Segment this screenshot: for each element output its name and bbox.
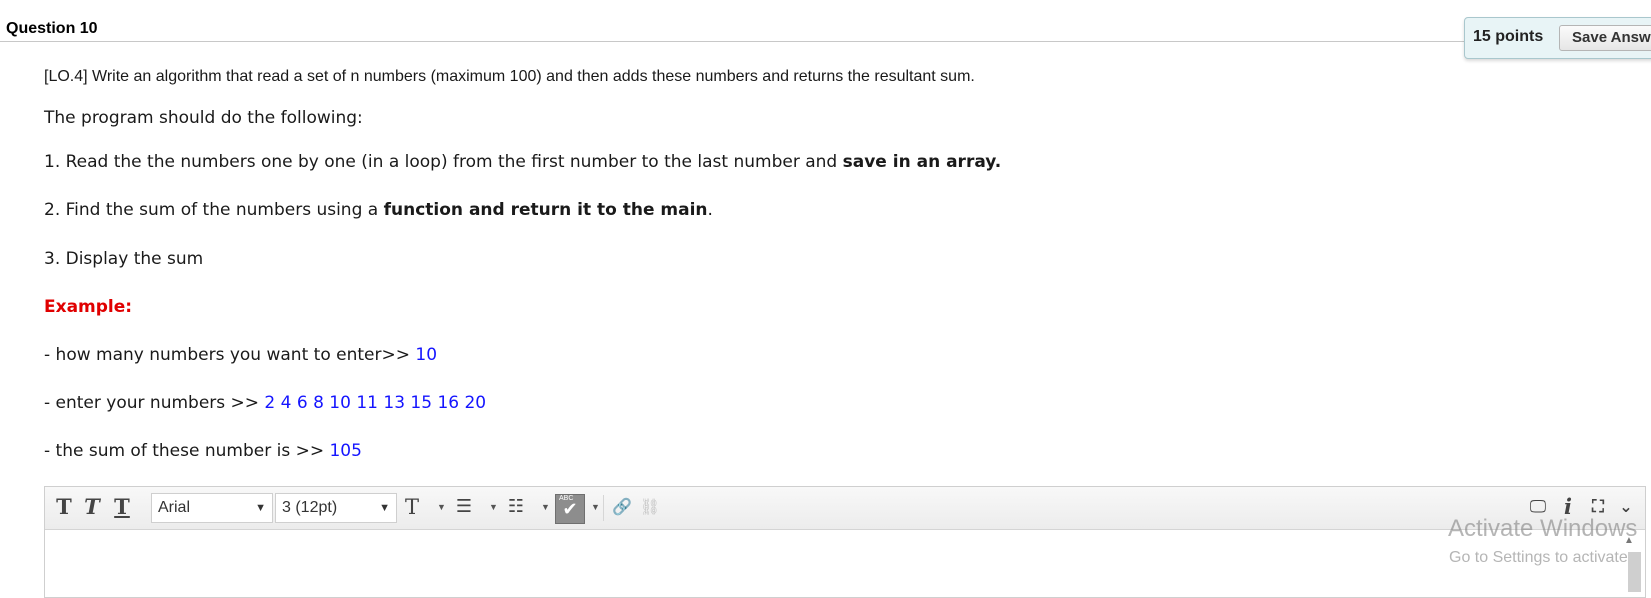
underline-T-icon[interactable]: T (109, 494, 135, 520)
chevron-down-icon: ▼ (255, 502, 266, 514)
chevron-down-icon[interactable]: ▼ (489, 494, 498, 520)
step-2-text: 2. Find the sum of the numbers using a (44, 200, 384, 220)
italic-T-icon[interactable]: T (79, 494, 105, 520)
step-2: 2. Find the sum of the numbers using a f… (44, 200, 713, 220)
question-title: Question 10 (6, 20, 98, 37)
example-2-value: 2 4 6 8 10 11 13 15 16 20 (264, 393, 487, 413)
text-color-icon[interactable]: T (399, 494, 425, 520)
example-1-text: - how many numbers you want to enter>> (44, 345, 416, 365)
learning-outcome-text: [LO.4] Write an algorithm that read a se… (44, 68, 975, 85)
font-family-select[interactable]: Arial ▼ (151, 493, 273, 523)
font-size-value: 3 (12pt) (282, 499, 338, 516)
step-1-bold: save in an array. (842, 152, 1002, 172)
toolbar-divider (603, 495, 604, 521)
step-1-text: 1. Read the the numbers one by one (in a… (44, 152, 843, 172)
spellcheck-icon[interactable]: ABC ✔ (555, 494, 585, 524)
example-label: Example: (44, 297, 133, 317)
font-size-select[interactable]: 3 (12pt) ▼ (275, 493, 397, 523)
chevron-down-icon[interactable]: ▼ (437, 494, 446, 520)
step-2-bold: function and return it to the main (383, 200, 708, 220)
answer-editor[interactable]: T T T Arial ▼ 3 (12pt) ▼ T ▼ ☰ ▼ ☷ ▼ ABC… (44, 486, 1646, 598)
chevron-down-icon: ▼ (379, 502, 390, 514)
editor-toolbar: T T T Arial ▼ 3 (12pt) ▼ T ▼ ☰ ▼ ☷ ▼ ABC… (45, 487, 1645, 530)
step-3: 3. Display the sum (44, 249, 204, 269)
example-1-value: 10 (415, 345, 438, 365)
font-family-value: Arial (158, 499, 191, 516)
save-answer-button[interactable]: Save Answ (1559, 25, 1651, 51)
activation-watermark-subtitle: Go to Settings to activate (1449, 549, 1628, 566)
chevron-down-icon[interactable]: ▼ (541, 494, 550, 520)
link-icon[interactable]: 🔗 (609, 494, 635, 520)
activation-watermark-title: Activate Windows (1448, 515, 1638, 542)
unlink-icon[interactable]: ⛓ (637, 494, 663, 520)
header-divider (0, 41, 1651, 42)
example-3-value: 105 (329, 441, 362, 461)
points-panel: 15 points Save Answ (1464, 17, 1651, 59)
chevron-down-icon[interactable]: ▼ (591, 494, 600, 520)
example-line-3: - the sum of these number is >> 105 (44, 441, 362, 461)
scroll-up-arrow-icon[interactable]: ▲ (1624, 535, 1634, 546)
bold-T-icon[interactable]: T (51, 494, 77, 520)
numbered-list-icon[interactable]: ☷ (503, 494, 529, 520)
step-1: 1. Read the the numbers one by one (in a… (44, 152, 1001, 172)
step-2-suffix: . (707, 200, 713, 220)
example-2-text: - enter your numbers >> (44, 393, 265, 413)
points-label: 15 points (1473, 28, 1544, 45)
example-line-2: - enter your numbers >> 2 4 6 8 10 11 13… (44, 393, 486, 413)
editor-scrollbar-thumb[interactable] (1628, 552, 1641, 592)
question-header: Question 10 (0, 0, 1651, 42)
example-line-1: - how many numbers you want to enter>> 1… (44, 345, 437, 365)
example-3-text: - the sum of these number is >> (44, 441, 330, 461)
intro-text: The program should do the following: (44, 108, 363, 128)
bullet-list-icon[interactable]: ☰ (451, 494, 477, 520)
